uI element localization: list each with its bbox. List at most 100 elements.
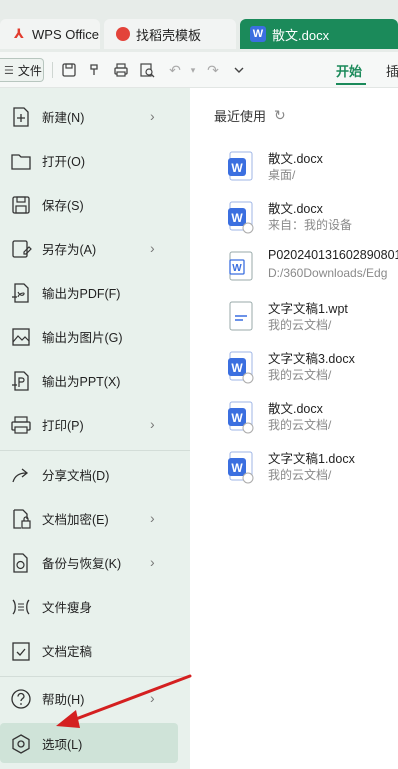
tab-label: 散文.docx	[272, 27, 330, 43]
slim-icon	[10, 596, 32, 618]
tab-daoke-template[interactable]: 找稻壳模板	[104, 19, 236, 49]
menu-item-encrypt[interactable]: 文档加密(E) ›	[0, 498, 190, 538]
recent-file-item[interactable]: W 散文.docx 我的云文档/	[226, 398, 398, 438]
menu-item-export-pdf[interactable]: 输出为PDF(F)	[0, 272, 190, 312]
file-path: 我的云文档/	[268, 418, 332, 432]
share-icon	[10, 464, 32, 486]
recent-section-title: 最近使用 ↻	[214, 106, 286, 125]
chevron-right-icon: ›	[150, 690, 155, 706]
word-doc-icon: W	[226, 450, 256, 484]
file-name: P020240131602890801	[268, 248, 398, 262]
undo-dropdown-icon[interactable]: ▾	[184, 61, 202, 79]
menu-label: 另存为(A)	[42, 242, 97, 257]
word-doc-icon: W	[226, 250, 256, 284]
recent-file-item[interactable]: W 散文.docx 来自：我的设备	[226, 198, 398, 238]
word-doc-icon: W	[226, 350, 256, 384]
file-path: 来自：我的设备	[268, 218, 353, 232]
quick-toolbar: ☰ 文件 ↶ ▾ ↷ 开始 插	[0, 52, 398, 88]
file-path: 我的云文档/	[268, 318, 332, 332]
file-path: D:/360Downloads/Edg	[268, 266, 388, 280]
tab-wps-office[interactable]: ⅄ WPS Office	[0, 19, 100, 49]
recent-file-item[interactable]: W 文字文稿3.docx 我的云文档/	[226, 348, 398, 388]
save-as-icon	[10, 238, 32, 260]
active-tab-underline	[336, 83, 366, 85]
daoke-logo-icon	[116, 27, 130, 41]
backup-icon	[10, 552, 32, 574]
svg-text:W: W	[231, 411, 243, 425]
recent-file-item[interactable]: W P020240131602890801 D:/360Downloads/Ed…	[226, 248, 398, 288]
tab-label: 找稻壳模板	[136, 27, 202, 43]
menu-label: 打开(O)	[42, 154, 86, 169]
svg-text:W: W	[231, 461, 243, 475]
menu-item-new[interactable]: 新建(N) ›	[0, 96, 190, 136]
file-path: 我的云文档/	[268, 368, 332, 382]
chevron-right-icon: ›	[150, 240, 155, 256]
wps-template-icon	[226, 300, 256, 334]
ribbon-tab-insert[interactable]: 插	[386, 61, 398, 80]
recent-file-item[interactable]: W 文字文稿1.docx 我的云文档/	[226, 448, 398, 488]
menu-label: 打印(P)	[42, 418, 84, 433]
chevron-right-icon: ›	[150, 554, 155, 570]
menu-label: 文件瘦身	[42, 600, 93, 615]
menu-item-slim[interactable]: 文件瘦身	[0, 586, 190, 626]
menu-label: 备份与恢复(K)	[42, 556, 122, 571]
save-icon[interactable]	[60, 61, 78, 79]
file-name: 文字文稿3.docx	[268, 352, 355, 366]
finalize-icon	[10, 640, 32, 662]
menu-item-save-as[interactable]: 另存为(A) ›	[0, 228, 190, 268]
menu-label: 帮助(H)	[42, 692, 85, 707]
svg-text:W: W	[232, 263, 242, 274]
file-name: 散文.docx	[268, 402, 323, 416]
file-menu-button[interactable]: ☰ 文件	[0, 58, 44, 82]
print-preview-icon[interactable]	[138, 61, 156, 79]
menu-item-backup[interactable]: 备份与恢复(K) ›	[0, 542, 190, 582]
menu-item-finalize[interactable]: 文档定稿	[0, 630, 190, 670]
folder-open-icon	[10, 150, 32, 172]
menu-label: 输出为图片(G)	[42, 330, 123, 345]
menu-item-export-image[interactable]: 输出为图片(G)	[0, 316, 190, 356]
menu-label: 输出为PPT(X)	[42, 374, 121, 389]
print-icon	[10, 414, 32, 436]
chevron-right-icon: ›	[150, 108, 155, 124]
chevron-down-icon[interactable]	[230, 61, 248, 79]
svg-text:W: W	[231, 161, 243, 175]
new-file-icon	[10, 106, 32, 128]
word-doc-icon: W	[226, 150, 256, 184]
recent-file-item[interactable]: W 散文.docx 桌面/	[226, 148, 398, 188]
recent-file-item[interactable]: 文字文稿1.wpt 我的云文档/	[226, 298, 398, 338]
tab-document[interactable]: W 散文.docx	[240, 19, 398, 49]
menu-item-print[interactable]: 打印(P) ›	[0, 404, 190, 444]
export-ppt-icon	[10, 370, 32, 392]
word-doc-icon: W	[226, 400, 256, 434]
menu-item-export-ppt[interactable]: 输出为PPT(X)	[0, 360, 190, 400]
word-doc-icon: W	[250, 26, 266, 42]
word-doc-icon: W	[226, 200, 256, 234]
format-painter-icon[interactable]	[86, 61, 104, 79]
menu-label: 文档加密(E)	[42, 512, 109, 527]
options-icon	[10, 733, 32, 755]
menu-item-save[interactable]: 保存(S)	[0, 184, 190, 224]
print-icon[interactable]	[112, 61, 130, 79]
tab-label: WPS Office	[32, 26, 99, 42]
menu-item-options[interactable]: 选项(L)	[0, 723, 178, 763]
redo-icon[interactable]: ↷	[204, 61, 222, 79]
file-menu-label: 文件	[17, 63, 42, 78]
file-name: 文字文稿1.wpt	[268, 302, 348, 316]
menu-label: 文档定稿	[42, 644, 93, 659]
tab-bar: ⅄ WPS Office 找稻壳模板 W 散文.docx	[0, 0, 398, 52]
wps-logo-icon: ⅄	[14, 26, 24, 41]
menu-item-help[interactable]: 帮助(H) ›	[0, 678, 190, 718]
file-name: 散文.docx	[268, 152, 323, 166]
undo-icon[interactable]: ↶	[166, 61, 184, 79]
chevron-right-icon: ›	[150, 510, 155, 526]
menu-label: 输出为PDF(F)	[42, 286, 121, 301]
ribbon-tab-start[interactable]: 开始	[336, 61, 362, 80]
chevron-right-icon: ›	[150, 416, 155, 432]
menu-divider	[0, 676, 190, 677]
refresh-icon[interactable]: ↻	[274, 107, 286, 124]
svg-text:W: W	[231, 361, 243, 375]
file-menu-panel: 新建(N) › 打开(O) 保存(S) 另存为(A) › 输出为PDF(F) 输…	[0, 88, 190, 769]
menu-item-share[interactable]: 分享文档(D)	[0, 454, 190, 494]
menu-item-open[interactable]: 打开(O)	[0, 140, 190, 180]
file-path: 桌面/	[268, 168, 296, 182]
